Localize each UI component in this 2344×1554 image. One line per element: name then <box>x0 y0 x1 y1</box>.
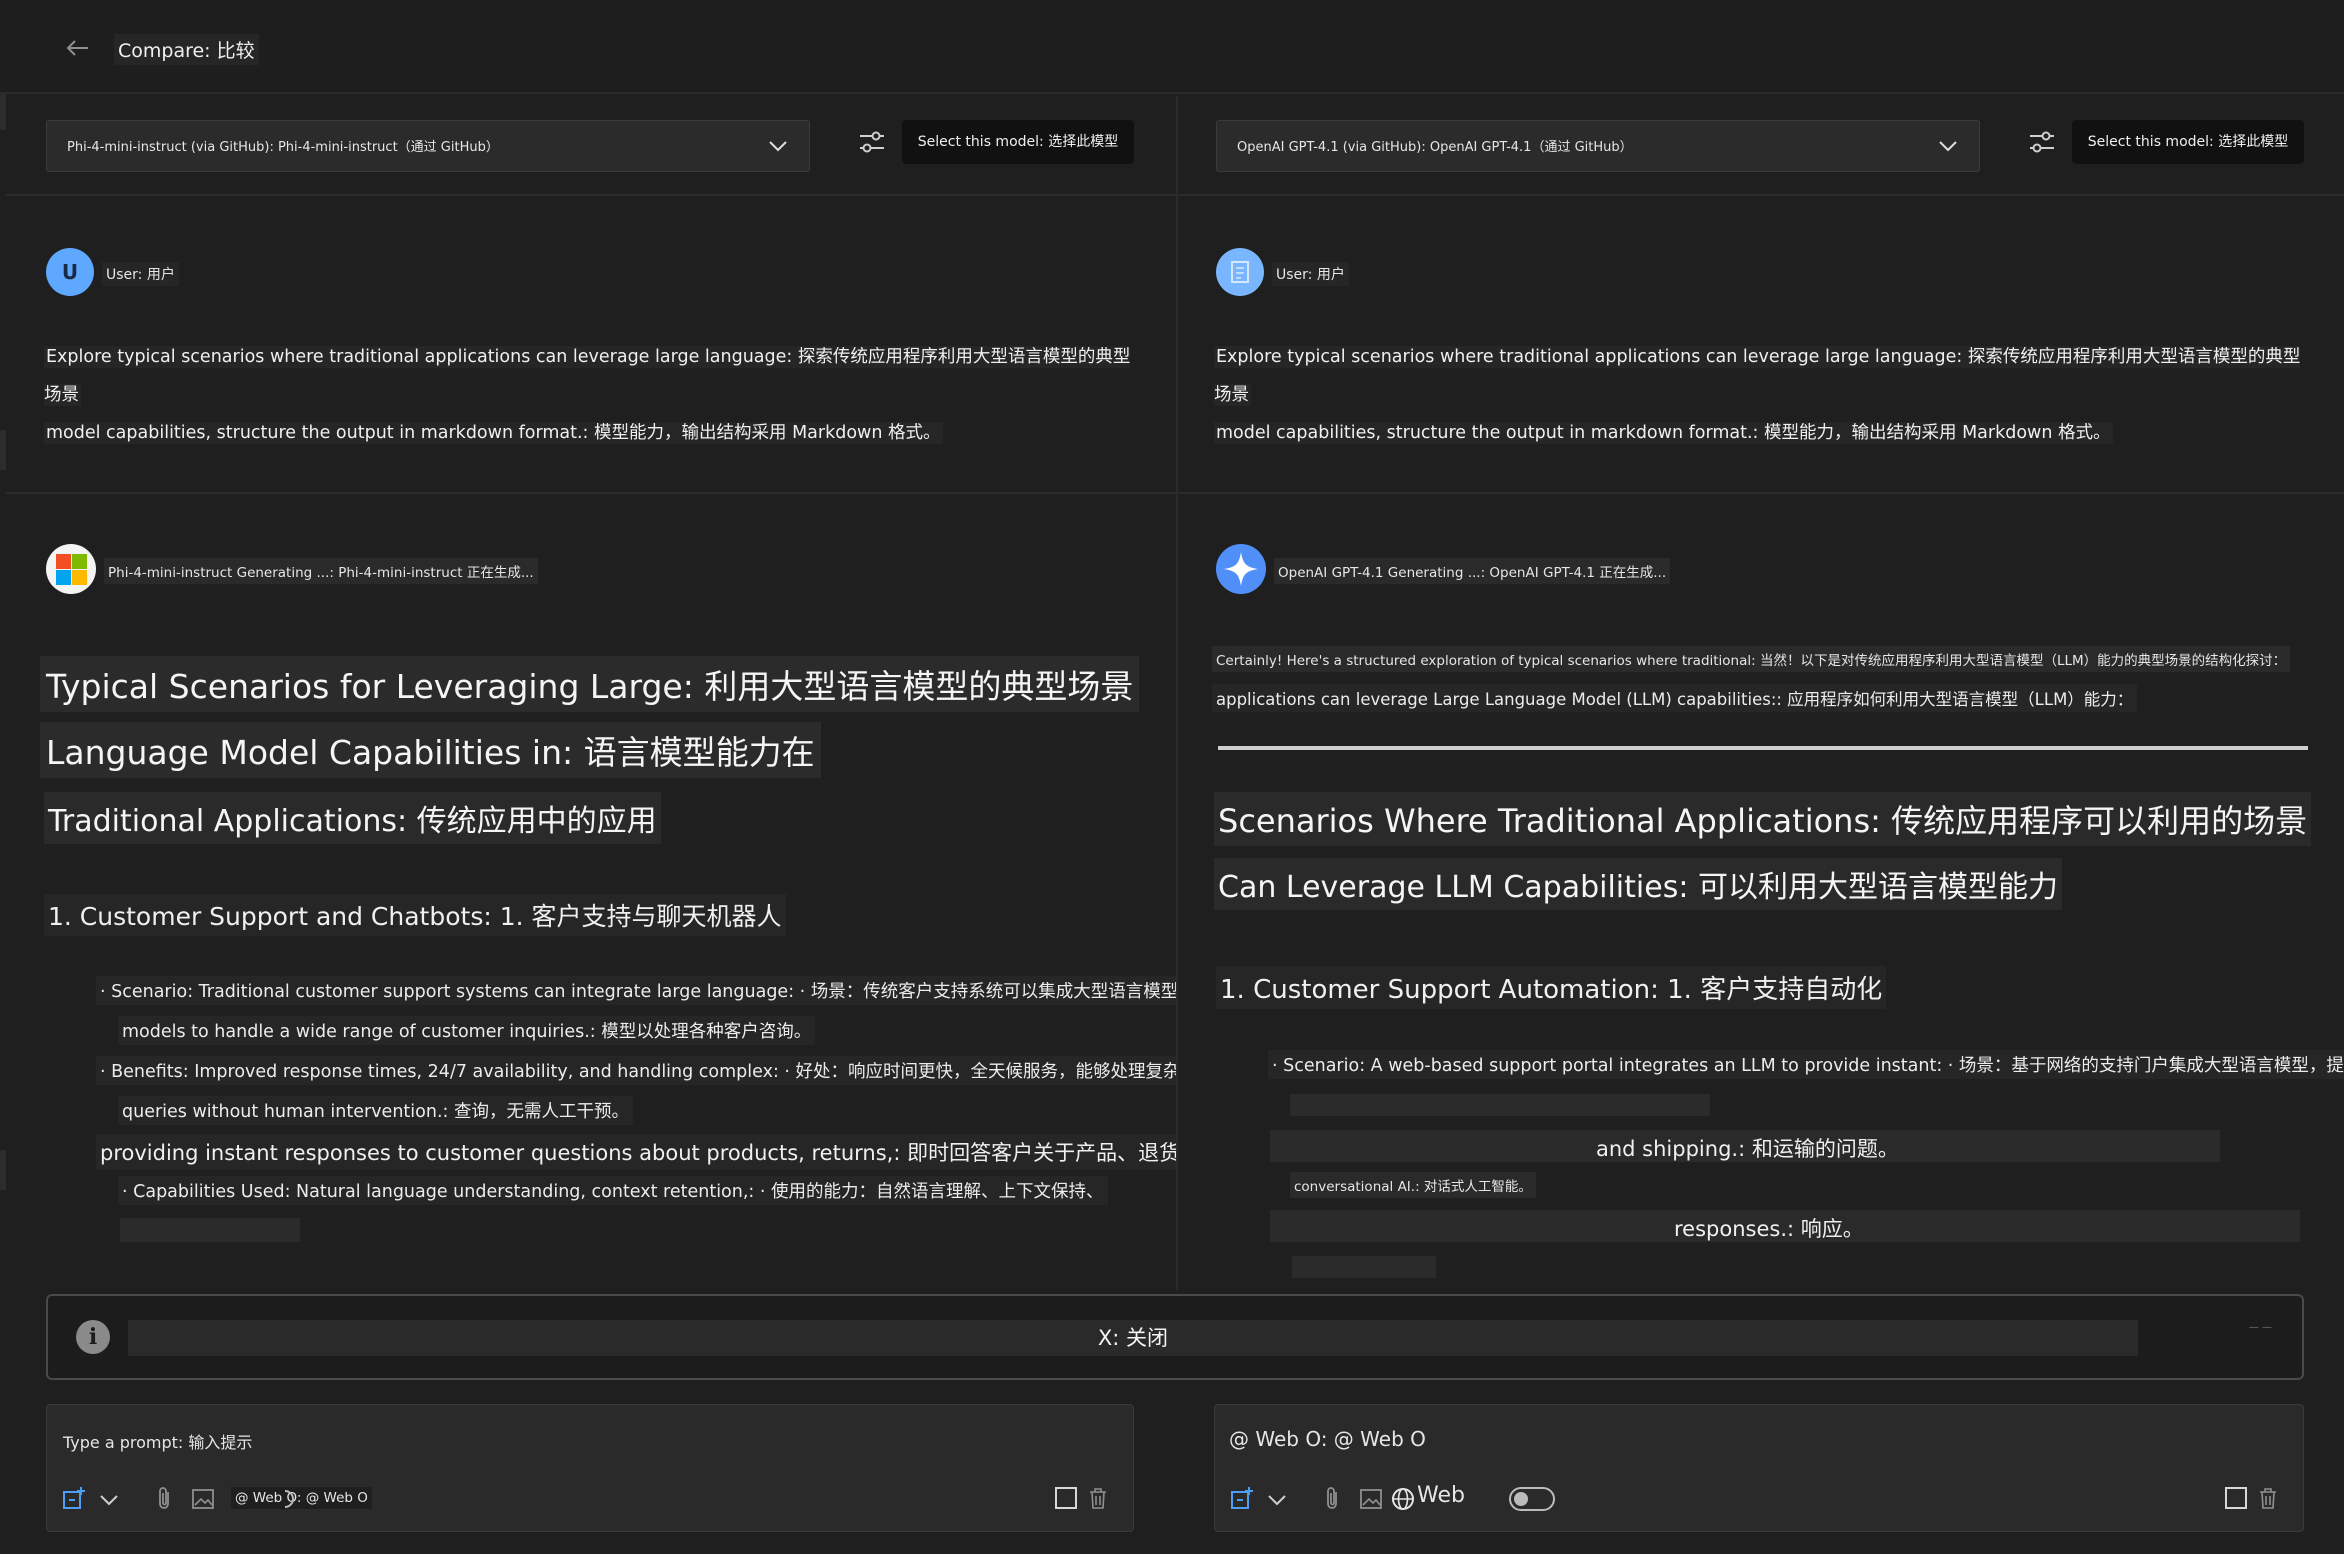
microsoft-logo-icon <box>46 544 96 594</box>
info-icon: i <box>76 1320 110 1354</box>
toggle-fragment-icon <box>284 1490 294 1508</box>
more-icon[interactable]: — — <box>2249 1322 2272 1333</box>
settings-sliders-icon[interactable] <box>2026 126 2058 158</box>
response-intro: applications can leverage Large Language… <box>1212 684 2138 712</box>
horizontal-rule <box>1218 746 2308 750</box>
response-header: OpenAI GPT-4.1 Generating ...: OpenAI GP… <box>1216 544 2344 594</box>
sparkle-logo-icon <box>1216 544 1266 594</box>
info-notification-bar: i X: 关闭 — — <box>46 1294 2304 1380</box>
user-message-line: model capabilities, structure the output… <box>44 422 943 444</box>
image-icon[interactable] <box>1355 1483 1387 1515</box>
user-message-line: model capabilities, structure the output… <box>1214 422 2113 444</box>
page-title: Compare: 比较 <box>114 34 259 65</box>
response-bullet: providing instant responses to customer … <box>96 1134 1176 1170</box>
model-dropdown[interactable]: Phi-4-mini-instruct (via GitHub): Phi-4-… <box>46 120 810 172</box>
response-heading: Language Model Capabilities in: 语言模型能力在 <box>40 722 821 778</box>
response-heading: Scenarios Where Traditional Applications… <box>1214 792 2312 846</box>
user-avatar: U <box>46 248 94 296</box>
info-message-strip: X: 关闭 <box>128 1320 2138 1356</box>
chevron-down-icon[interactable] <box>93 1483 125 1515</box>
user-label: User: 用户 <box>102 262 179 286</box>
response-bullet: · Benefits: Improved response times, 24/… <box>96 1056 1176 1085</box>
prompt-input[interactable]: @ Web O: @ Web O <box>1229 1427 1426 1451</box>
response-intro: Certainly! Here's a structured explorati… <box>1212 646 2291 672</box>
right-compare-panel: OpenAI GPT-4.1 (via GitHub): OpenAI GPT-… <box>1176 96 2344 1290</box>
settings-sliders-icon[interactable] <box>856 126 888 158</box>
user-label: User: 用户 <box>1272 262 1349 286</box>
left-compare-panel: Phi-4-mini-instruct (via GitHub): Phi-4-… <box>6 96 1176 1290</box>
image-icon[interactable] <box>187 1483 219 1515</box>
model-selector-row: OpenAI GPT-4.1 (via GitHub): OpenAI GPT-… <box>1178 96 2344 196</box>
model-dropdown-value: Phi-4-mini-instruct (via GitHub): Phi-4-… <box>67 140 499 155</box>
truncated-text-line <box>1292 1256 1436 1278</box>
user-message-line: Explore typical scenarios where traditio… <box>44 346 1131 406</box>
response-bullet: queries without human intervention.: 查询，… <box>118 1096 633 1125</box>
truncated-text-line <box>120 1218 300 1242</box>
attach-icon[interactable] <box>1317 1483 1349 1515</box>
prompt-toolbar: @ Web O: @ Web O <box>59 1481 1121 1517</box>
web-label: Web <box>1417 1483 1465 1508</box>
response-status: OpenAI GPT-4.1 Generating ...: OpenAI GP… <box>1274 558 1671 584</box>
back-arrow-icon[interactable] <box>60 30 96 66</box>
response-bullet: and shipping.: 和运输的问题。 <box>1596 1137 1899 1161</box>
prompt-box-right[interactable]: @ Web O: @ Web O Web <box>1214 1404 2304 1532</box>
response-heading: Typical Scenarios for Leveraging Large: … <box>40 656 1140 712</box>
model-dropdown[interactable]: OpenAI GPT-4.1 (via GitHub): OpenAI GPT-… <box>1216 120 1980 172</box>
response-section-heading: 1. Customer Support and Chatbots: 1. 客户支… <box>44 894 786 936</box>
user-message-line: Explore typical scenarios where traditio… <box>1214 346 2301 406</box>
user-message-block: User: 用户 Explore typical scenarios where… <box>1178 198 2344 494</box>
globe-icon <box>1392 1488 1414 1510</box>
response-bullet: · Capabilities Used: Natural language un… <box>118 1176 1108 1205</box>
response-bullet: responses.: 响应。 <box>1674 1217 1864 1241</box>
chevron-down-icon[interactable] <box>1261 1483 1293 1515</box>
web-chip[interactable]: @ Web O: @ Web O <box>231 1487 372 1509</box>
user-message: Explore typical scenarios where traditio… <box>1214 338 2314 452</box>
response-bullet: · Scenario: Traditional customer support… <box>96 976 1176 1005</box>
model-selector-row: Phi-4-mini-instruct (via GitHub): Phi-4-… <box>6 96 1176 196</box>
stop-square-icon[interactable] <box>2221 1483 2251 1513</box>
response-subheading: Traditional Applications: 传统应用中的应用 <box>44 792 661 844</box>
response-status: Phi-4-mini-instruct Generating ...: Phi-… <box>104 558 538 584</box>
response-heading: Can Leverage LLM Capabilities: 可以利用大型语言模… <box>1214 858 2062 910</box>
prompt-input[interactable]: Type a prompt: 输入提示 <box>63 1429 252 1453</box>
user-message: Explore typical scenarios where traditio… <box>44 338 1144 452</box>
truncated-text-line <box>1290 1094 1710 1116</box>
response-bullet: conversational AI.: 对话式人工智能。 <box>1290 1172 1536 1198</box>
chevron-down-icon <box>769 141 787 152</box>
chevron-down-icon <box>1939 141 1957 152</box>
trash-icon[interactable] <box>1083 1483 1113 1513</box>
trash-icon[interactable] <box>2253 1483 2283 1513</box>
select-model-button[interactable]: Select this model: 选择此模型 <box>902 120 1134 164</box>
close-button[interactable]: X: 关闭 <box>128 1320 2138 1356</box>
response-section-heading: 1. Customer Support Automation: 1. 客户支持自… <box>1216 966 1887 1009</box>
prompt-box-left[interactable]: Type a prompt: 输入提示 @ Web O: @ Web O <box>46 1404 1134 1532</box>
response-header: Phi-4-mini-instruct Generating ...: Phi-… <box>46 544 1176 594</box>
model-dropdown-value: OpenAI GPT-4.1 (via GitHub): OpenAI GPT-… <box>1237 140 1633 155</box>
attach-icon[interactable] <box>149 1483 181 1515</box>
add-context-icon[interactable] <box>1227 1483 1259 1515</box>
user-avatar-image <box>1216 248 1264 296</box>
response-bullet: models to handle a wide range of custome… <box>118 1016 816 1045</box>
user-message-block: U User: 用户 Explore typical scenarios whe… <box>6 198 1176 494</box>
prompt-toolbar: Web <box>1227 1481 2291 1517</box>
stop-square-icon[interactable] <box>1051 1483 1081 1513</box>
web-toggle[interactable] <box>1509 1487 1555 1511</box>
top-bar: Compare: 比较 <box>0 0 2344 94</box>
select-model-button[interactable]: Select this model: 选择此模型 <box>2072 120 2304 164</box>
response-bullet: · Scenario: A web-based support portal i… <box>1268 1050 2344 1079</box>
add-context-icon[interactable] <box>59 1483 91 1515</box>
